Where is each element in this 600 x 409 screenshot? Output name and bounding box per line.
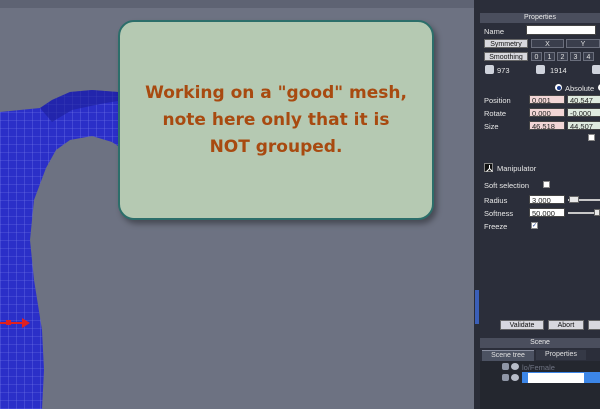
size-label: Size <box>484 122 499 131</box>
freeze-checkbox[interactable]: ✓ <box>531 222 538 229</box>
soft-selection-checkbox[interactable] <box>543 181 550 188</box>
callout-line-2: note here only that it is <box>162 109 390 130</box>
abort-button[interactable]: Abort <box>548 320 584 330</box>
absolute-radio[interactable] <box>555 84 562 91</box>
axis-y-button[interactable]: Y <box>566 39 600 48</box>
vertex-icon <box>485 65 494 74</box>
lock-icon[interactable] <box>502 363 509 370</box>
rotate-label: Rotate <box>484 109 507 118</box>
lock-icon[interactable] <box>502 374 509 381</box>
callout-text: Working on a "good" mesh, note here only… <box>136 80 416 161</box>
axis-x-button[interactable]: X <box>531 39 564 48</box>
tab-scene-tree[interactable]: Scene tree <box>482 350 534 361</box>
smoothing-level-3[interactable]: 3 <box>570 52 581 61</box>
scene-item-female[interactable]: lo/Female <box>522 363 555 372</box>
manipulator-label: Manipulator <box>497 164 537 173</box>
validate-button[interactable]: Validate <box>500 320 544 330</box>
properties-header: Properties <box>480 13 600 23</box>
extra-button[interactable] <box>588 320 600 330</box>
smoothing-button[interactable]: Smoothing <box>484 52 528 61</box>
symmetry-button[interactable]: Symmetry <box>484 39 528 48</box>
softness-slider-thumb[interactable] <box>594 209 600 216</box>
position-y-field[interactable]: 40.547 <box>567 95 600 104</box>
smoothing-level-0[interactable]: 0 <box>531 52 542 61</box>
radius-field[interactable]: 3.000 <box>529 195 565 204</box>
radius-slider-thumb[interactable] <box>569 196 579 203</box>
scene-item-selected[interactable] <box>522 372 600 383</box>
annotation-callout: Working on a "good" mesh, note here only… <box>118 20 434 220</box>
edge-icon <box>592 65 600 74</box>
splitter-grip[interactable] <box>475 290 479 324</box>
scene-item-rename-field[interactable] <box>528 373 584 383</box>
face-count: 1914 <box>550 66 567 75</box>
eye-icon[interactable] <box>511 363 519 370</box>
size-y-field[interactable]: 44.507 <box>567 121 600 130</box>
callout-line-3: NOT grouped. <box>209 136 343 157</box>
smoothing-level-4[interactable]: 4 <box>583 52 594 61</box>
viewport-3d[interactable]: Working on a "good" mesh, note here only… <box>0 0 474 409</box>
scene-header: Scene <box>480 338 600 348</box>
rotate-y-field[interactable]: -0.000 <box>567 108 600 117</box>
manipulator-icon <box>484 163 493 172</box>
position-x-field[interactable]: 0.001 <box>529 95 565 104</box>
right-panel: Properties Name Symmetry X Y Smoothing 0… <box>480 0 600 409</box>
freeze-label: Freeze <box>484 222 508 231</box>
tab-properties[interactable]: Properties <box>536 350 586 360</box>
size-lock-checkbox[interactable] <box>588 134 595 141</box>
rotate-x-field[interactable]: 0.000 <box>529 108 565 117</box>
smoothing-level-2[interactable]: 2 <box>557 52 568 61</box>
vertex-count: 973 <box>497 66 510 75</box>
smoothing-level-1[interactable]: 1 <box>544 52 555 61</box>
position-label: Position <box>484 96 511 105</box>
face-icon <box>536 65 545 74</box>
callout-line-1: Working on a "good" mesh, <box>145 82 407 103</box>
absolute-label: Absolute <box>565 84 595 93</box>
radius-label: Radius <box>484 196 508 205</box>
size-x-field[interactable]: 46.518 <box>529 121 565 130</box>
eye-icon[interactable] <box>511 374 519 381</box>
soft-selection-label: Soft selection <box>484 181 530 190</box>
name-label: Name <box>484 27 505 36</box>
softness-label: Softness <box>484 209 514 218</box>
softness-field[interactable]: 50.000 <box>529 208 565 217</box>
name-field[interactable] <box>526 25 596 35</box>
